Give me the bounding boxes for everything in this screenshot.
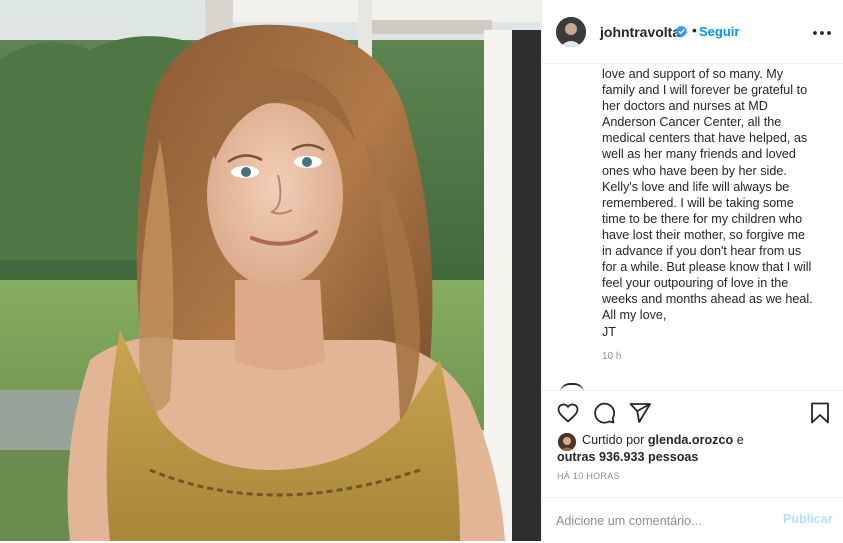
heart-icon[interactable] — [556, 401, 580, 430]
publish-button[interactable]: Publicar — [783, 512, 833, 526]
caption-line: Kelly's love and life will always be — [602, 179, 790, 194]
caption-line: Anderson Cancer Center, all the — [602, 115, 782, 130]
post-photo[interactable] — [0, 0, 541, 541]
caption-line: weeks and months ahead as we heal. — [602, 292, 813, 307]
caption-line: in advance if you don't hear from us — [602, 244, 802, 259]
likes-others[interactable]: outras 936.933 pessoas — [557, 450, 698, 464]
avatar-image — [556, 17, 586, 47]
caption-line: JT — [602, 324, 616, 339]
likes-summary: Curtido por glenda.orozco e — [582, 433, 744, 447]
caption-line: time to be there for my children who — [602, 211, 803, 226]
comment-icon[interactable] — [592, 401, 616, 430]
caption-timestamp[interactable]: 10 h — [602, 351, 621, 362]
caption-line: family and I will forever be grateful to — [602, 83, 808, 98]
likes-others-prefix: outras — [557, 450, 596, 464]
likes-and: e — [736, 433, 744, 447]
caption-line: well as her many friends and loved — [602, 147, 796, 162]
likes-prefix: Curtido por — [582, 433, 645, 447]
comment-bar: Publicar — [542, 497, 843, 543]
caption-line: remembered. I will be taking some — [602, 195, 794, 210]
share-icon[interactable] — [628, 401, 652, 430]
caption-line: All my love, — [602, 308, 667, 323]
caption-line: love and support of so many. My — [602, 67, 784, 81]
likes-count: 936.933 — [599, 450, 645, 464]
liker-avatar[interactable] — [558, 433, 576, 451]
comment-input[interactable] — [556, 510, 756, 532]
author-avatar[interactable] — [556, 17, 586, 47]
post-side-panel: johntravolta • Seguir love and support o… — [541, 0, 843, 542]
verified-badge-icon — [675, 25, 688, 38]
follow-button[interactable]: Seguir — [699, 24, 739, 39]
caption-line: have lost their mother, so forgive me — [602, 227, 805, 242]
caption-line: for a while. But please know that I will — [602, 260, 812, 275]
caption-line: feel your outpouring of love in the — [602, 276, 789, 291]
post-image — [0, 0, 541, 541]
post-actions: Curtido por glenda.orozco e outras 936.9… — [542, 390, 843, 542]
caption-line: ones who have been by her side. — [602, 163, 787, 178]
likes-others-suffix: pessoas — [648, 450, 699, 464]
post-caption: love and support of so many. My family a… — [602, 66, 834, 340]
post-header: johntravolta • Seguir — [542, 0, 843, 64]
post-timestamp[interactable]: HÁ 10 HORAS — [557, 471, 620, 481]
caption-line: her doctors and nurses at MD — [602, 99, 768, 114]
liker-username[interactable]: glenda.orozco — [648, 433, 733, 447]
caption-line: medical centers that have helped, as — [602, 131, 808, 146]
author-username[interactable]: johntravolta — [600, 24, 680, 40]
bookmark-icon[interactable] — [808, 401, 832, 430]
more-options-icon[interactable] — [810, 23, 834, 43]
separator-dot: • — [692, 22, 697, 38]
